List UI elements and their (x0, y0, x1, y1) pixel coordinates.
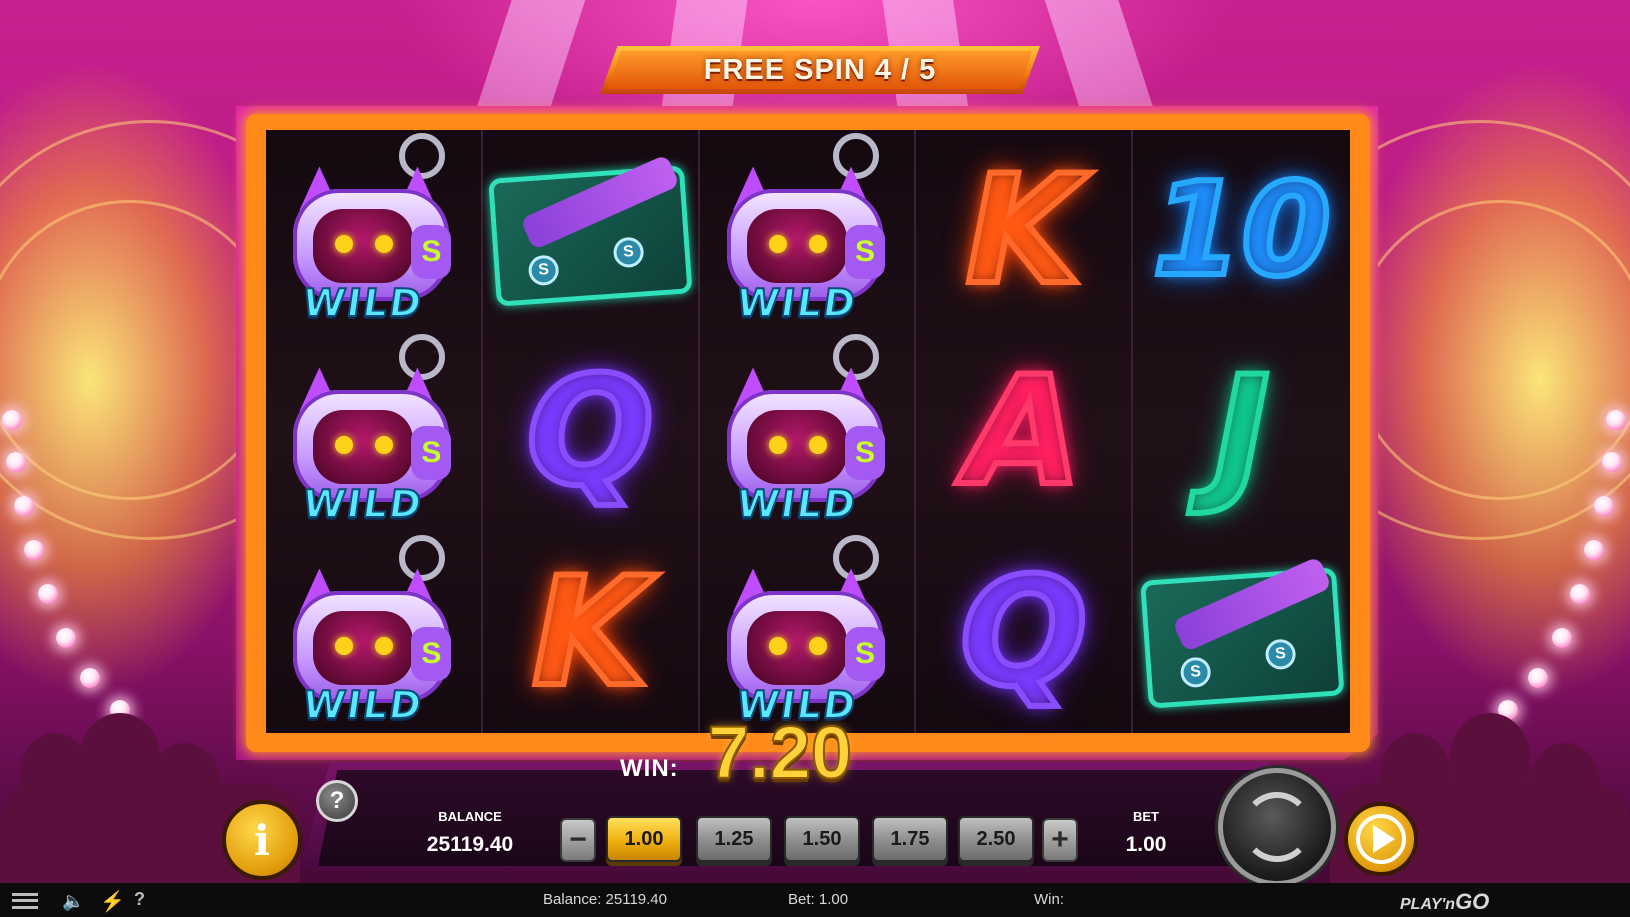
spin-button[interactable] (1218, 768, 1336, 886)
wild-badge: S (844, 626, 885, 681)
plus-icon: + (1051, 823, 1069, 856)
spin-icon (1242, 792, 1312, 862)
wild-robot-symbol: S WILD (713, 132, 901, 329)
win-label: WIN: (620, 755, 679, 782)
symbol-wild: S WILD (266, 532, 481, 733)
reel-1: S WILD S WILD S WILD (266, 130, 483, 733)
symbol-wristband: S S (1133, 532, 1350, 733)
symbol-wristband: S S (483, 130, 698, 331)
wild-badge: S (844, 425, 885, 480)
info-button[interactable]: i (222, 800, 302, 880)
letter-j: J (1211, 344, 1273, 519)
letter-a: A (963, 344, 1085, 519)
menu-icon[interactable] (12, 893, 38, 909)
bet-option-3[interactable]: 1.50 (784, 816, 860, 862)
status-balance: Balance: 25119.40 (543, 891, 667, 908)
wild-robot-symbol: S WILD (713, 333, 901, 530)
wild-robot-symbol: S WILD (279, 132, 467, 329)
brand-suffix: GO (1455, 889, 1490, 914)
bet-increase-button[interactable]: + (1042, 818, 1078, 862)
free-spin-banner: FREE SPIN 4 / 5 (600, 46, 1040, 94)
symbol-wild: S WILD (266, 130, 481, 331)
bet-label: BET (1133, 809, 1159, 824)
wild-robot-symbol: S WILD (279, 333, 467, 530)
symbol-a: A (916, 331, 1131, 532)
wristband-symbol: S S (487, 149, 693, 312)
wild-badge: S (411, 626, 452, 681)
letter-10: 10 (1150, 155, 1334, 305)
wild-label: WILD (299, 481, 427, 527)
symbol-wild: S WILD (700, 130, 915, 331)
wild-badge: S (411, 224, 452, 279)
symbol-j: J (1133, 331, 1350, 532)
symbol-k: K (916, 130, 1131, 331)
bet-option-1[interactable]: 1.00 (606, 816, 682, 862)
turbo-icon[interactable]: ⚡ (100, 889, 125, 914)
brand-prefix: PLAY'n (1400, 896, 1456, 913)
help-button[interactable]: ? (316, 780, 358, 822)
symbol-q: Q (916, 532, 1131, 733)
wild-label: WILD (299, 682, 427, 728)
help-icon: ? (329, 787, 345, 814)
wild-label: WILD (733, 481, 861, 527)
wild-badge: S (844, 224, 885, 279)
symbol-wild: S WILD (700, 532, 915, 733)
status-win: Win: (1034, 891, 1064, 908)
win-amount: 7.20 (707, 710, 853, 795)
wild-label: WILD (733, 280, 861, 326)
autoplay-button[interactable] (1344, 802, 1418, 876)
free-spin-counter: FREE SPIN 4 / 5 (703, 53, 937, 86)
brand-logo: PLAY'nGO (1400, 889, 1489, 915)
reel-grid: S WILD S WILD S WILD S S Q K S WILD S WI… (266, 130, 1350, 733)
letter-q: Q (957, 545, 1090, 720)
balance-value: 25119.40 (426, 833, 514, 856)
reel-5: 10 J S S (1133, 130, 1350, 733)
wristband-symbol: S S (1139, 551, 1345, 714)
wild-badge: S (411, 425, 452, 480)
wild-label: WILD (299, 280, 427, 326)
symbol-wild: S WILD (700, 331, 915, 532)
bet-option-2[interactable]: 1.25 (696, 816, 772, 862)
status-bar: 🔈 ⚡ ? Balance: 25119.40 Bet: 1.00 Win: P… (0, 883, 1630, 917)
status-bet: Bet: 1.00 (788, 891, 849, 908)
symbol-k: K (483, 532, 698, 733)
symbol-wild: S WILD (266, 331, 481, 532)
minus-icon: − (569, 823, 587, 856)
wild-robot-symbol: S WILD (279, 534, 467, 731)
letter-q: Q (523, 344, 656, 519)
sound-icon[interactable]: 🔈 (62, 891, 86, 911)
info-icon: i (254, 815, 270, 865)
symbol-q: Q (483, 331, 698, 532)
reel-2: S S Q K (482, 130, 700, 733)
symbol-10: 10 (1133, 130, 1350, 331)
help-icon[interactable]: ? (134, 889, 145, 910)
reel-3: S WILD S WILD S WILD (699, 130, 917, 733)
balance-label: BALANCE (438, 809, 502, 824)
bet-decrease-button[interactable]: − (560, 818, 596, 862)
bet-option-4[interactable]: 1.75 (872, 816, 948, 862)
wild-robot-symbol: S WILD (713, 534, 901, 731)
bet-value: 1.00 (1125, 833, 1167, 856)
letter-k: K (963, 143, 1085, 318)
reel-4: K A Q (916, 130, 1134, 733)
letter-k: K (529, 545, 651, 720)
bet-option-5[interactable]: 2.50 (958, 816, 1034, 862)
